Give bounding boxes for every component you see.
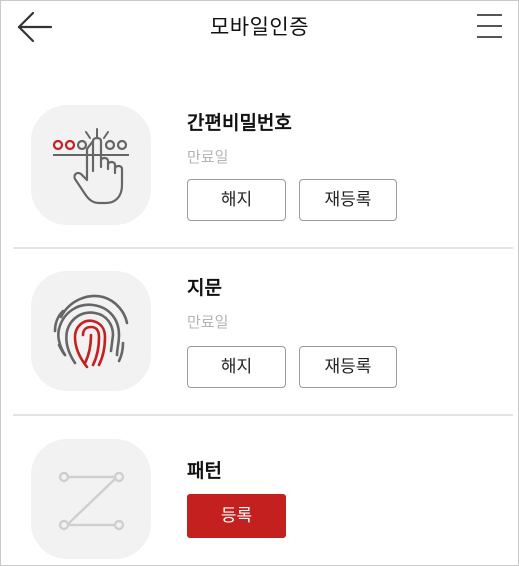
cancel-button[interactable]: 해지 bbox=[187, 346, 286, 388]
expiry-label: 만료일 bbox=[187, 313, 229, 331]
pin-touch-icon bbox=[52, 128, 129, 205]
pattern-icon-box bbox=[31, 439, 151, 559]
page-title: 모바일인증 bbox=[209, 15, 310, 39]
method-title: 간편비밀번호 bbox=[187, 112, 292, 134]
menu-button[interactable] bbox=[474, 11, 504, 41]
reregister-button[interactable]: 재등록 bbox=[299, 346, 397, 388]
register-button[interactable]: 등록 bbox=[187, 494, 286, 538]
method-title: 패턴 bbox=[187, 460, 222, 482]
fingerprint-icon bbox=[53, 294, 129, 369]
simple-password-icon-box bbox=[31, 105, 151, 225]
auth-method-pattern: 패턴 등록 bbox=[1, 389, 518, 559]
cancel-button[interactable]: 해지 bbox=[187, 179, 286, 221]
pattern-z-icon bbox=[58, 471, 125, 531]
auth-method-fingerprint: 지문 만료일 해지 재등록 bbox=[1, 221, 518, 391]
fingerprint-icon-box bbox=[31, 271, 151, 391]
auth-method-simple-password: 간편비밀번호 만료일 해지 재등록 bbox=[1, 53, 518, 225]
mobile-auth-screen: 모바일인증 간편비밀번호 만료일 해지 재등록 지문 만료일 해지 재등록 패턴… bbox=[0, 0, 519, 566]
header-bar: 모바일인증 bbox=[1, 1, 518, 53]
expiry-label: 만료일 bbox=[187, 148, 229, 166]
reregister-button[interactable]: 재등록 bbox=[299, 179, 397, 221]
method-title: 지문 bbox=[187, 277, 222, 299]
